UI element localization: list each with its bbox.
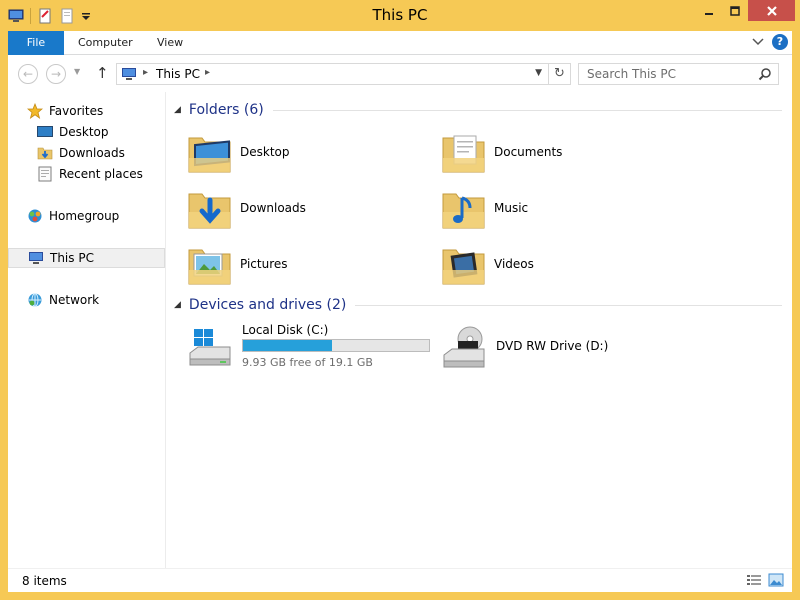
folder-tile-videos[interactable]: Videos <box>440 236 534 292</box>
group-divider <box>272 109 782 111</box>
nav-item-desktop[interactable]: Desktop <box>37 122 164 142</box>
folder-tile-music[interactable]: Music <box>440 180 528 236</box>
computer-icon <box>121 67 139 84</box>
drive-name: DVD RW Drive (D:) <box>496 339 609 353</box>
drive-usage-fill <box>243 340 333 351</box>
refresh-button[interactable]: ↻ <box>549 63 571 85</box>
group-title: Folders (6) <box>188 102 264 118</box>
window-title: This PC <box>372 6 428 24</box>
minimize-button[interactable] <box>696 0 722 21</box>
nav-label: This PC <box>50 251 94 265</box>
drives-group-header[interactable]: ◢ Devices and drives (2) <box>174 297 782 313</box>
nav-label: Homegroup <box>49 209 120 223</box>
folder-label: Videos <box>494 257 534 271</box>
nav-item-favorites[interactable]: Favorites <box>26 101 164 121</box>
network-icon <box>27 292 43 308</box>
folder-tile-pictures[interactable]: Pictures <box>186 236 288 292</box>
view-switcher <box>746 573 784 587</box>
address-bar[interactable]: ▸ This PC ▸ ▼ <box>116 63 549 85</box>
downloads-folder-icon <box>186 184 234 232</box>
computer-icon <box>28 250 44 266</box>
nav-label: Recent places <box>59 167 143 181</box>
nav-label: Favorites <box>49 104 104 118</box>
content-area: Favorites Desktop Downloads Recent place… <box>8 92 792 568</box>
breadcrumb-chevron-icon[interactable]: ▸ <box>143 67 148 78</box>
explorer-window: This PC File Computer View ? ← → ▼ ↑ ▸ T… <box>0 0 800 600</box>
search-input[interactable] <box>579 64 759 84</box>
folder-label: Documents <box>494 145 563 159</box>
nav-label: Network <box>49 293 100 307</box>
breadcrumb-chevron-icon[interactable]: ▸ <box>205 67 210 78</box>
folder-tile-downloads[interactable]: Downloads <box>186 180 306 236</box>
folder-label: Downloads <box>240 201 306 215</box>
group-title: Devices and drives (2) <box>188 297 347 313</box>
recent-locations-chevron-icon[interactable]: ▼ <box>74 67 80 76</box>
local-disk-icon <box>186 323 234 371</box>
tab-computer[interactable]: Computer <box>64 31 147 55</box>
recent-places-icon <box>37 166 53 182</box>
folder-tile-desktop[interactable]: Desktop <box>186 124 290 180</box>
group-divider <box>355 304 782 306</box>
folder-tile-documents[interactable]: Documents <box>440 124 562 180</box>
close-icon <box>766 5 777 16</box>
drive-tile-local-disk[interactable]: Local Disk (C:) 9.93 GB free of 19.1 GB <box>186 319 436 375</box>
dvd-drive-icon <box>440 323 488 371</box>
folder-label: Desktop <box>240 145 290 159</box>
desktop-folder-icon <box>186 128 234 176</box>
back-button[interactable]: ← <box>18 64 38 84</box>
nav-item-this-pc[interactable]: This PC <box>8 248 165 268</box>
status-bar: 8 items <box>8 568 792 592</box>
desktop-icon <box>37 124 53 140</box>
ribbon-controls: ? <box>752 34 788 50</box>
navigation-pane: Favorites Desktop Downloads Recent place… <box>8 92 166 568</box>
nav-item-downloads[interactable]: Downloads <box>37 143 164 163</box>
tab-view[interactable]: View <box>143 31 197 55</box>
downloads-folder-icon <box>37 145 53 161</box>
nav-label: Downloads <box>59 146 125 160</box>
homegroup-icon <box>27 208 43 224</box>
forward-button[interactable]: → <box>46 64 66 84</box>
star-icon <box>26 102 44 119</box>
folders-group-header[interactable]: ◢ Folders (6) <box>174 102 782 118</box>
folder-label: Pictures <box>240 257 288 271</box>
navigation-bar: ← → ▼ ↑ ▸ This PC ▸ ▼ ↻ <box>8 55 792 92</box>
folder-label: Music <box>494 201 529 215</box>
nav-item-homegroup[interactable]: Homegroup <box>27 206 164 226</box>
large-icons-view-icon[interactable] <box>768 573 784 587</box>
item-count: 8 items <box>22 574 67 588</box>
drive-name: Local Disk (C:) <box>242 323 329 337</box>
help-button[interactable]: ? <box>772 34 788 50</box>
search-box[interactable] <box>578 63 779 85</box>
drive-tile-dvd[interactable]: DVD RW Drive (D:) <box>440 319 640 375</box>
music-folder-icon <box>440 184 488 232</box>
up-button[interactable]: ↑ <box>96 64 109 82</box>
pictures-folder-icon <box>186 240 234 288</box>
details-view-icon[interactable] <box>746 573 762 587</box>
nav-item-recent-places[interactable]: Recent places <box>37 164 164 184</box>
main-pane: ◢ Folders (6) Desktop Documents Download… <box>166 92 792 568</box>
title-bar[interactable]: This PC <box>0 0 800 31</box>
drive-usage-bar <box>242 339 430 352</box>
nav-label: Desktop <box>59 125 109 139</box>
breadcrumb-this-pc[interactable]: This PC <box>156 67 200 81</box>
videos-folder-icon <box>440 240 488 288</box>
documents-folder-icon <box>440 128 488 176</box>
search-icon[interactable] <box>758 67 772 84</box>
nav-item-network[interactable]: Network <box>27 290 164 310</box>
close-button[interactable] <box>748 0 795 21</box>
ribbon-tabs: File Computer View ? <box>8 31 792 55</box>
maximize-button[interactable] <box>722 0 748 21</box>
collapse-chevron-icon[interactable]: ◢ <box>174 105 181 115</box>
address-dropdown-icon[interactable]: ▼ <box>535 68 542 78</box>
collapse-chevron-icon[interactable]: ◢ <box>174 300 181 310</box>
drive-free-space: 9.93 GB free of 19.1 GB <box>242 356 373 369</box>
tab-file[interactable]: File <box>8 31 64 55</box>
expand-ribbon-chevron-icon[interactable] <box>752 35 764 49</box>
